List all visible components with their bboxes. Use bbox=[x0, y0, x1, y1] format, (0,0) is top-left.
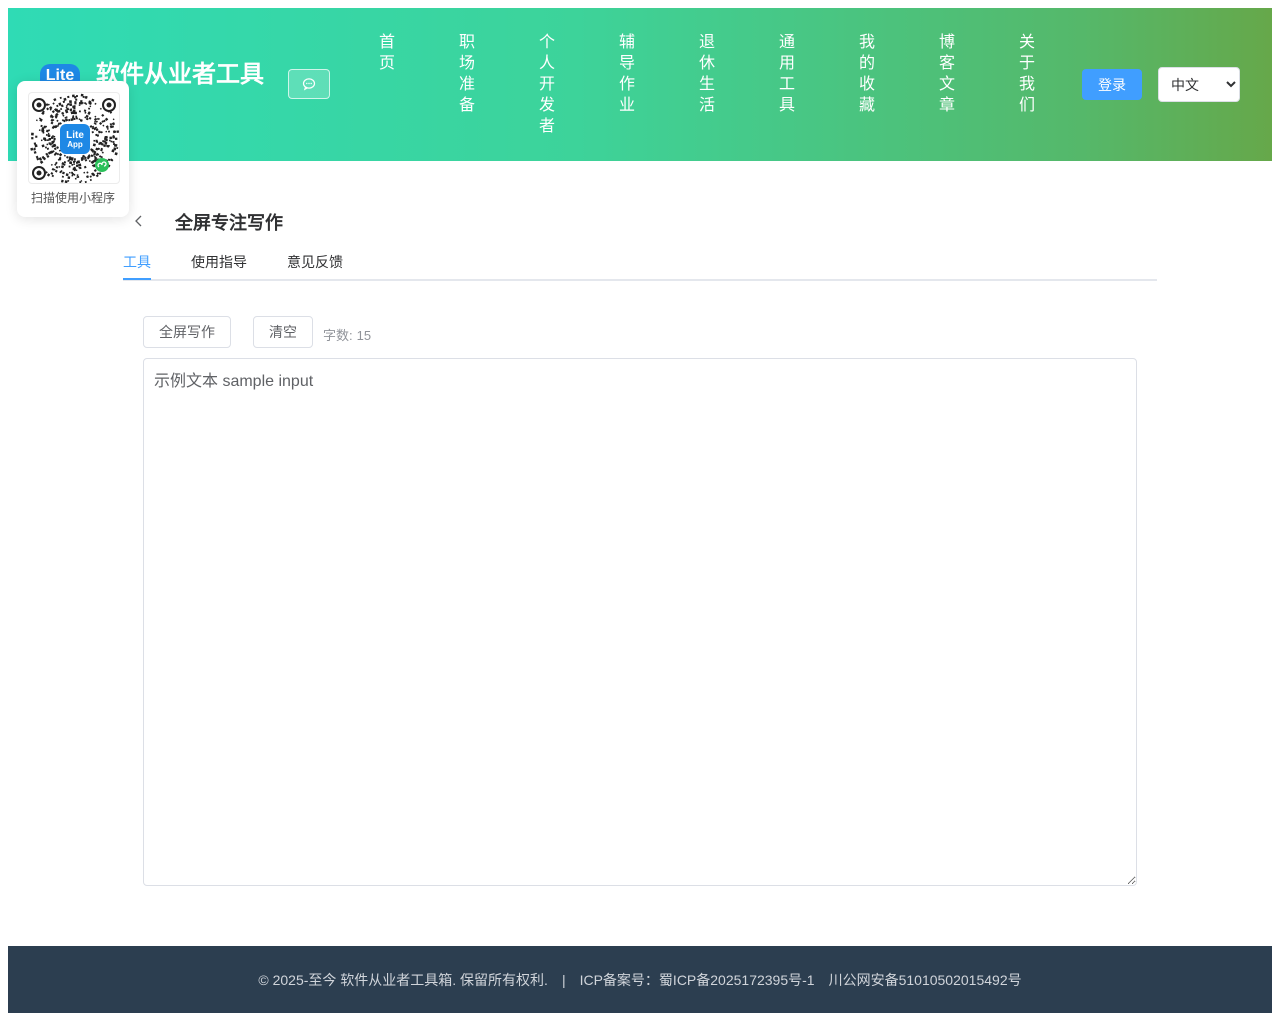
language-select[interactable]: 中文 bbox=[1158, 67, 1240, 102]
nav-item-tools[interactable]: 通用工具 bbox=[778, 32, 796, 116]
word-count-value: 15 bbox=[356, 328, 372, 343]
nav-item-homework[interactable]: 辅导作业 bbox=[618, 32, 636, 116]
writing-editor[interactable]: 示例文本 sample input bbox=[143, 358, 1137, 886]
page-title: 全屏专注写作 bbox=[175, 213, 283, 233]
qr-caption: 扫描使用小程序 bbox=[30, 191, 115, 205]
nav-item-home[interactable]: 首页 bbox=[378, 32, 396, 74]
active-tab-indicator bbox=[123, 278, 151, 280]
tab-feedback[interactable]: 意见反馈 bbox=[287, 252, 343, 280]
tab-tool[interactable]: 工具 bbox=[123, 252, 151, 280]
qr-code-image: Lite App bbox=[28, 92, 120, 184]
fullscreen-write-button[interactable]: 全屏写作 bbox=[143, 316, 231, 348]
nav-item-indie[interactable]: 个人开发者 bbox=[538, 32, 556, 137]
mini-program-qr-card: Lite App 扫描使用小程序 bbox=[17, 81, 129, 217]
back-arrow-icon[interactable] bbox=[132, 212, 146, 230]
footer-icp-link[interactable]: ICP备案号：蜀ICP备2025172395号-1 bbox=[580, 970, 815, 990]
footer-copyright: © 2025-至今 软件从业者工具箱. 保留所有权利. bbox=[258, 971, 548, 988]
nav-item-career[interactable]: 职场准备 bbox=[458, 32, 476, 116]
tool-tabs: 工具 使用指导 意见反馈 bbox=[123, 246, 1157, 281]
nav-item-favorites[interactable]: 我的收藏 bbox=[858, 32, 876, 116]
qr-code-icon: Lite App bbox=[30, 93, 119, 183]
chat-bubble-icon bbox=[302, 78, 316, 91]
footer-psb-link[interactable]: 川公网安备51010502015492号 bbox=[829, 970, 1022, 990]
qr-badge-line2: App bbox=[67, 140, 83, 149]
word-count: 字数: 15 bbox=[323, 325, 371, 344]
word-count-label: 字数: bbox=[323, 328, 353, 343]
site-footer: © 2025-至今 软件从业者工具箱. 保留所有权利. | ICP备案号：蜀IC… bbox=[8, 946, 1272, 1013]
nav-item-retire[interactable]: 退休生活 bbox=[698, 32, 716, 116]
login-button[interactable]: 登录 bbox=[1082, 69, 1142, 100]
footer-separator: | bbox=[561, 971, 566, 988]
clear-button[interactable]: 清空 bbox=[253, 316, 313, 348]
nav-item-blog[interactable]: 博客文章 bbox=[938, 32, 956, 116]
site-header: Lite 软件从业者工具 首页 职场准备 个人开发者 辅导作业 退休生活 通用工… bbox=[8, 8, 1272, 161]
nav-item-about[interactable]: 关于我们 bbox=[1018, 32, 1036, 116]
chat-button[interactable] bbox=[288, 69, 330, 99]
tab-guide[interactable]: 使用指导 bbox=[191, 252, 247, 280]
